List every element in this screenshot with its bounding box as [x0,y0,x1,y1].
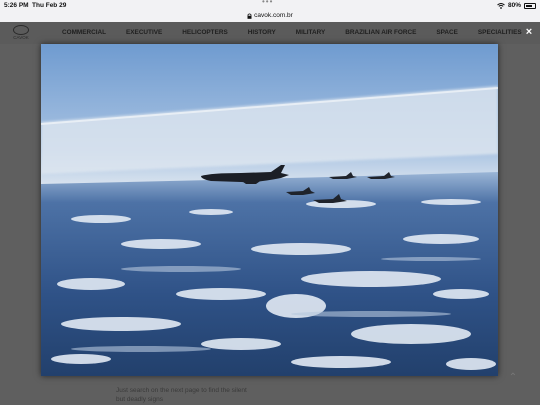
nav-menu: COMMERCIAL EXECUTIVE HELICOPTERS HISTORY… [62,29,540,36]
browser-address-bar[interactable]: cavok.com.br [0,12,540,22]
nav-item-history[interactable]: HISTORY [248,29,276,36]
status-right: 80% [497,2,536,9]
battery-fill [526,4,533,7]
battery-percent: 80% [507,2,521,9]
status-date: Thu Feb 29 [32,2,67,9]
logo-text: CAVOK [13,35,29,40]
lock-icon [247,13,252,19]
nav-item-space[interactable]: SPACE [436,29,458,36]
nav-item-executive[interactable]: EXECUTIVE [126,29,162,36]
nav-item-helicopters[interactable]: HELICOPTERS [182,29,227,36]
status-time: 5:26 PM [4,2,29,9]
nav-item-specialities[interactable]: SPECIALITIES [478,29,522,36]
nav-item-brazilian-air-force[interactable]: BRAZILIAN AIR FORCE [345,29,416,36]
site-logo[interactable]: CAVOK [8,25,34,41]
battery-icon [524,2,536,9]
site-navigation: CAVOK COMMERCIAL EXECUTIVE HELICOPTERS H… [0,22,540,44]
nav-item-commercial[interactable]: COMMERCIAL [62,29,106,36]
article-teaser: Just search on the next page to find the… [116,386,336,404]
lightbox-photo [41,44,498,376]
nav-item-military[interactable]: MILITARY [296,29,325,36]
close-icon[interactable]: × [523,26,535,38]
aircraft-formation-photo [41,44,498,376]
logo-mark-icon [13,25,29,35]
ios-status-bar: 5:26 PM Thu Feb 29 ••• 80% [0,0,540,12]
url-display[interactable]: cavok.com.br [247,12,293,19]
scroll-to-top-icon[interactable]: ⌃ [507,372,519,384]
teaser-line-1: Just search on the next page to find the… [116,387,247,394]
wifi-icon [497,2,505,9]
multitasking-dots-icon[interactable]: ••• [262,0,273,6]
url-text: cavok.com.br [254,12,293,19]
teaser-line-2: but deadly signs [116,396,163,403]
